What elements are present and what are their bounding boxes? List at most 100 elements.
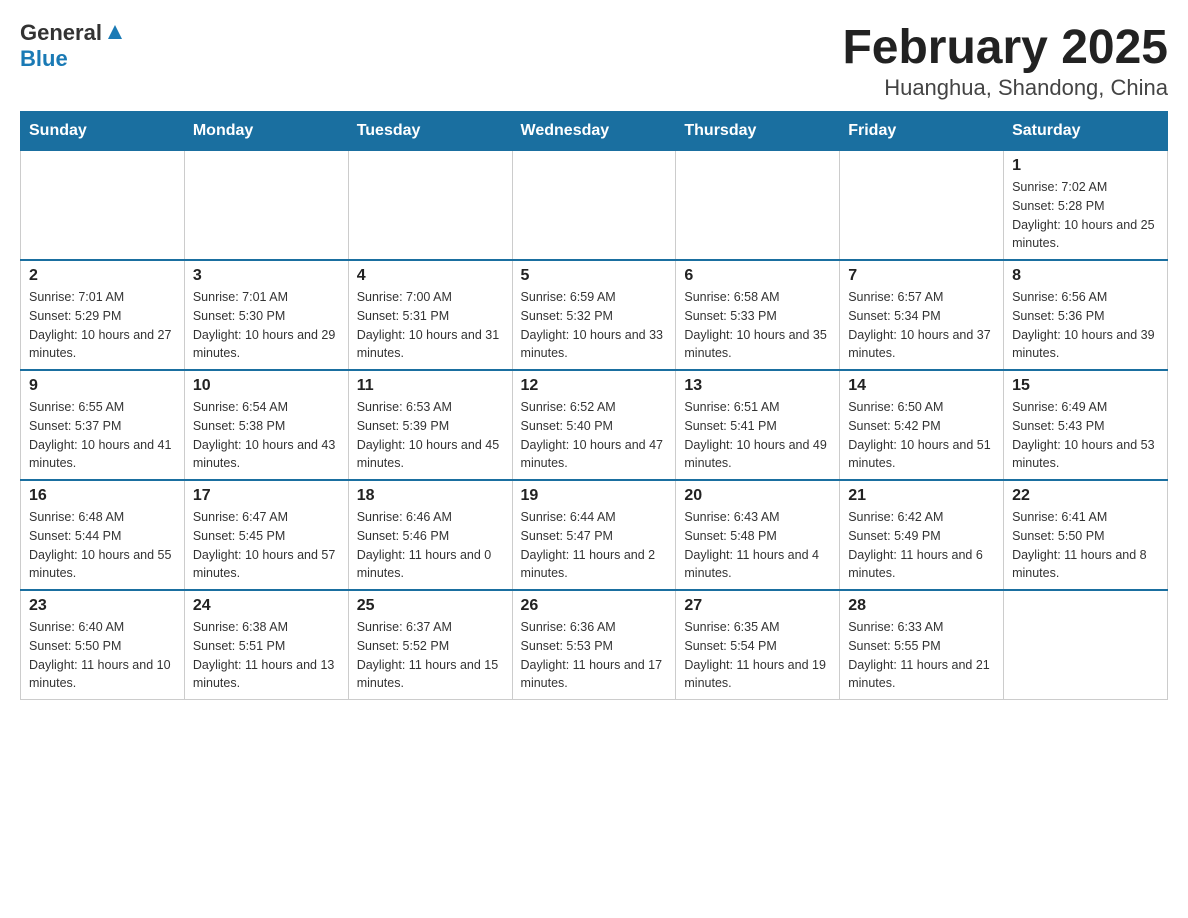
- day-number: 27: [684, 597, 831, 615]
- day-info: Sunrise: 6:54 AMSunset: 5:38 PMDaylight:…: [193, 398, 340, 473]
- day-info: Sunrise: 6:51 AMSunset: 5:41 PMDaylight:…: [684, 398, 831, 473]
- calendar-cell: [1004, 590, 1168, 700]
- calendar-cell: 25 Sunrise: 6:37 AMSunset: 5:52 PMDayligh…: [348, 590, 512, 700]
- logo-triangle-icon: [104, 21, 126, 43]
- calendar-cell: [21, 151, 185, 261]
- calendar-cell: 5 Sunrise: 6:59 AMSunset: 5:32 PMDaylight…: [512, 260, 676, 370]
- day-info: Sunrise: 6:59 AMSunset: 5:32 PMDaylight:…: [521, 288, 668, 363]
- calendar-cell: 15 Sunrise: 6:49 AMSunset: 5:43 PMDayligh…: [1004, 370, 1168, 480]
- calendar-week-row: 23 Sunrise: 6:40 AMSunset: 5:50 PMDayligh…: [21, 590, 1168, 700]
- day-number: 2: [29, 267, 176, 285]
- calendar-table: SundayMondayTuesdayWednesdayThursdayFrid…: [20, 111, 1168, 700]
- day-number: 10: [193, 377, 340, 395]
- day-number: 5: [521, 267, 668, 285]
- header-friday: Friday: [840, 112, 1004, 151]
- header-tuesday: Tuesday: [348, 112, 512, 151]
- calendar-cell: 27 Sunrise: 6:35 AMSunset: 5:54 PMDayligh…: [676, 590, 840, 700]
- day-info: Sunrise: 7:01 AMSunset: 5:30 PMDaylight:…: [193, 288, 340, 363]
- day-info: Sunrise: 7:02 AMSunset: 5:28 PMDaylight:…: [1012, 178, 1159, 253]
- calendar-week-row: 16 Sunrise: 6:48 AMSunset: 5:44 PMDayligh…: [21, 480, 1168, 590]
- day-info: Sunrise: 6:46 AMSunset: 5:46 PMDaylight:…: [357, 508, 504, 583]
- calendar-week-row: 2Sunrise: 7:01 AMSunset: 5:29 PMDaylight…: [21, 260, 1168, 370]
- day-info: Sunrise: 6:56 AMSunset: 5:36 PMDaylight:…: [1012, 288, 1159, 363]
- day-number: 26: [521, 597, 668, 615]
- calendar-cell: 14 Sunrise: 6:50 AMSunset: 5:42 PMDayligh…: [840, 370, 1004, 480]
- day-number: 8: [1012, 267, 1159, 285]
- day-number: 16: [29, 487, 176, 505]
- calendar-subtitle: Huanghua, Shandong, China: [842, 75, 1168, 101]
- day-number: 22: [1012, 487, 1159, 505]
- day-number: 12: [521, 377, 668, 395]
- calendar-cell: 20Sunrise: 6:43 AMSunset: 5:48 PMDayligh…: [676, 480, 840, 590]
- day-info: Sunrise: 6:41 AMSunset: 5:50 PMDaylight:…: [1012, 508, 1159, 583]
- day-info: Sunrise: 6:53 AMSunset: 5:39 PMDaylight:…: [357, 398, 504, 473]
- calendar-cell: [512, 151, 676, 261]
- calendar-cell: 8 Sunrise: 6:56 AMSunset: 5:36 PMDaylight…: [1004, 260, 1168, 370]
- day-number: 13: [684, 377, 831, 395]
- day-number: 15: [1012, 377, 1159, 395]
- day-number: 21: [848, 487, 995, 505]
- day-number: 3: [193, 267, 340, 285]
- calendar-cell: 24 Sunrise: 6:38 AMSunset: 5:51 PMDayligh…: [184, 590, 348, 700]
- day-info: Sunrise: 6:48 AMSunset: 5:44 PMDaylight:…: [29, 508, 176, 583]
- day-number: 28: [848, 597, 995, 615]
- calendar-week-row: 1Sunrise: 7:02 AMSunset: 5:28 PMDaylight…: [21, 151, 1168, 261]
- calendar-cell: 17 Sunrise: 6:47 AMSunset: 5:45 PMDayligh…: [184, 480, 348, 590]
- day-number: 9: [29, 377, 176, 395]
- day-number: 17: [193, 487, 340, 505]
- day-number: 11: [357, 377, 504, 395]
- day-info: Sunrise: 6:58 AMSunset: 5:33 PMDaylight:…: [684, 288, 831, 363]
- day-number: 20: [684, 487, 831, 505]
- calendar-cell: 1Sunrise: 7:02 AMSunset: 5:28 PMDaylight…: [1004, 151, 1168, 261]
- day-number: 25: [357, 597, 504, 615]
- calendar-cell: 3 Sunrise: 7:01 AMSunset: 5:30 PMDaylight…: [184, 260, 348, 370]
- calendar-cell: 10 Sunrise: 6:54 AMSunset: 5:38 PMDayligh…: [184, 370, 348, 480]
- day-info: Sunrise: 6:38 AMSunset: 5:51 PMDaylight:…: [193, 618, 340, 693]
- calendar-cell: [840, 151, 1004, 261]
- calendar-cell: 18Sunrise: 6:46 AMSunset: 5:46 PMDayligh…: [348, 480, 512, 590]
- header-wednesday: Wednesday: [512, 112, 676, 151]
- day-number: 4: [357, 267, 504, 285]
- day-number: 19: [521, 487, 668, 505]
- calendar-cell: 26 Sunrise: 6:36 AMSunset: 5:53 PMDayligh…: [512, 590, 676, 700]
- day-info: Sunrise: 7:00 AMSunset: 5:31 PMDaylight:…: [357, 288, 504, 363]
- day-info: Sunrise: 6:33 AMSunset: 5:55 PMDaylight:…: [848, 618, 995, 693]
- day-number: 23: [29, 597, 176, 615]
- title-block: February 2025 Huanghua, Shandong, China: [842, 20, 1168, 101]
- calendar-cell: 22 Sunrise: 6:41 AMSunset: 5:50 PMDayligh…: [1004, 480, 1168, 590]
- day-info: Sunrise: 6:44 AMSunset: 5:47 PMDaylight:…: [521, 508, 668, 583]
- day-number: 7: [848, 267, 995, 285]
- day-info: Sunrise: 6:47 AMSunset: 5:45 PMDaylight:…: [193, 508, 340, 583]
- calendar-cell: 6 Sunrise: 6:58 AMSunset: 5:33 PMDaylight…: [676, 260, 840, 370]
- calendar-cell: 21 Sunrise: 6:42 AMSunset: 5:49 PMDayligh…: [840, 480, 1004, 590]
- day-info: Sunrise: 6:57 AMSunset: 5:34 PMDaylight:…: [848, 288, 995, 363]
- logo-general: General: [20, 20, 102, 46]
- day-number: 6: [684, 267, 831, 285]
- calendar-cell: [184, 151, 348, 261]
- logo: General Blue: [20, 20, 126, 72]
- day-number: 24: [193, 597, 340, 615]
- day-info: Sunrise: 6:36 AMSunset: 5:53 PMDaylight:…: [521, 618, 668, 693]
- page-header: General Blue February 2025 Huanghua, Sha…: [20, 20, 1168, 101]
- day-info: Sunrise: 6:42 AMSunset: 5:49 PMDaylight:…: [848, 508, 995, 583]
- day-info: Sunrise: 6:37 AMSunset: 5:52 PMDaylight:…: [357, 618, 504, 693]
- day-number: 14: [848, 377, 995, 395]
- calendar-cell: 19 Sunrise: 6:44 AMSunset: 5:47 PMDayligh…: [512, 480, 676, 590]
- day-info: Sunrise: 6:35 AMSunset: 5:54 PMDaylight:…: [684, 618, 831, 693]
- calendar-cell: 13 Sunrise: 6:51 AMSunset: 5:41 PMDayligh…: [676, 370, 840, 480]
- calendar-cell: 28 Sunrise: 6:33 AMSunset: 5:55 PMDayligh…: [840, 590, 1004, 700]
- calendar-cell: [348, 151, 512, 261]
- day-info: Sunrise: 6:49 AMSunset: 5:43 PMDaylight:…: [1012, 398, 1159, 473]
- calendar-week-row: 9 Sunrise: 6:55 AMSunset: 5:37 PMDaylight…: [21, 370, 1168, 480]
- day-info: Sunrise: 6:40 AMSunset: 5:50 PMDaylight:…: [29, 618, 176, 693]
- header-thursday: Thursday: [676, 112, 840, 151]
- calendar-cell: [676, 151, 840, 261]
- day-info: Sunrise: 6:50 AMSunset: 5:42 PMDaylight:…: [848, 398, 995, 473]
- day-info: Sunrise: 6:55 AMSunset: 5:37 PMDaylight:…: [29, 398, 176, 473]
- header-monday: Monday: [184, 112, 348, 151]
- day-info: Sunrise: 6:52 AMSunset: 5:40 PMDaylight:…: [521, 398, 668, 473]
- header-saturday: Saturday: [1004, 112, 1168, 151]
- calendar-cell: 4 Sunrise: 7:00 AMSunset: 5:31 PMDaylight…: [348, 260, 512, 370]
- calendar-header-row: SundayMondayTuesdayWednesdayThursdayFrid…: [21, 112, 1168, 151]
- header-sunday: Sunday: [21, 112, 185, 151]
